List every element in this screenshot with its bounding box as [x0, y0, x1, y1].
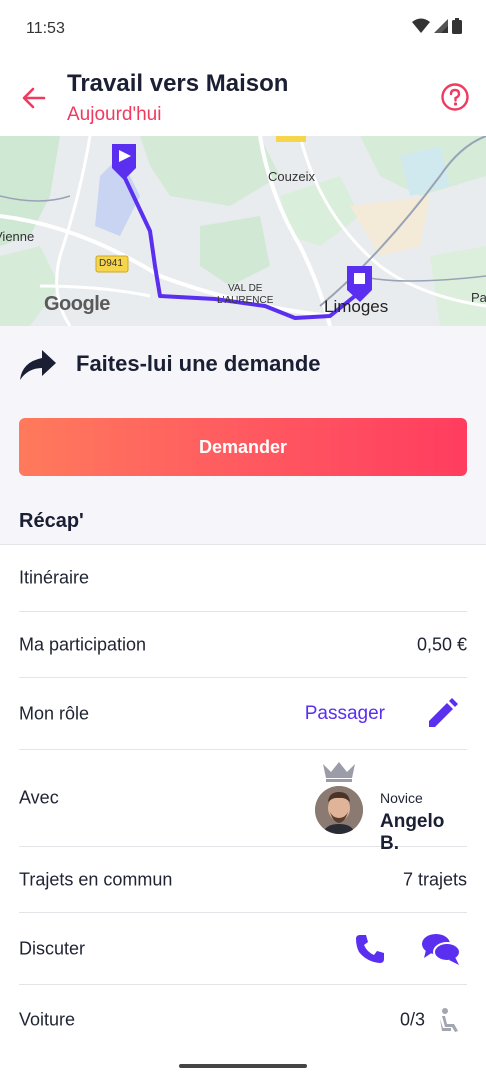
- status-icons: [412, 18, 462, 34]
- recap-title: Récap': [19, 510, 84, 532]
- back-arrow-icon[interactable]: [20, 84, 48, 112]
- chat-row: Discuter: [19, 913, 467, 985]
- status-bar: 11:53: [0, 0, 486, 60]
- avatar-photo: [315, 786, 363, 834]
- edit-pencil-icon[interactable]: [425, 697, 459, 731]
- recap-list: Itinéraire Ma participation 0,50 € Mon r…: [0, 544, 486, 1055]
- map-label-val-de: VAL DE: [228, 283, 263, 294]
- role-label: Mon rôle: [19, 703, 90, 723]
- with-label: Avec: [19, 787, 59, 808]
- status-time: 11:53: [26, 20, 65, 37]
- car-seats-value: 0/3: [399, 1009, 425, 1030]
- itinerary-label: Itinéraire: [19, 567, 90, 588]
- car-row: Voiture 0/3: [19, 985, 467, 1055]
- participation-row: Ma participation 0,50 €: [19, 612, 467, 678]
- map-label-limoges: Limoges: [324, 297, 389, 316]
- map-label-vienne: Vienne: [0, 229, 35, 244]
- role-value[interactable]: Passager: [305, 703, 385, 725]
- help-icon[interactable]: [440, 82, 470, 112]
- request-title: Faites-lui une demande: [76, 351, 321, 376]
- driver-avatar-group[interactable]: [315, 760, 363, 836]
- page-subtitle: Aujourd'hui: [67, 104, 162, 125]
- avatar[interactable]: [315, 786, 363, 834]
- chat-label: Discuter: [19, 938, 86, 958]
- common-trips-value: 7 trajets: [402, 869, 467, 889]
- google-logo: Google: [44, 293, 110, 315]
- participation-label: Ma participation: [19, 634, 147, 654]
- role-row: Mon rôle Passager: [19, 678, 467, 750]
- car-label: Voiture: [19, 1009, 76, 1030]
- phone-icon[interactable]: [353, 932, 387, 966]
- driver-row[interactable]: Avec Novice Angelo B.: [19, 750, 467, 854]
- chat-bubbles-icon[interactable]: [421, 932, 461, 966]
- map-label-pa: Pa: [471, 290, 486, 305]
- crown-icon: [323, 762, 355, 782]
- participation-value: 0,50 €: [416, 634, 467, 654]
- common-trips-row: Trajets en commun 7 trajets: [19, 847, 467, 913]
- app-header: Travail vers Maison Aujourd'hui: [0, 60, 486, 136]
- map-label-road: D941: [99, 258, 123, 269]
- request-section: Faites-lui une demande Demander Récap': [0, 326, 486, 544]
- map-label-laurence: L'AURENCE: [217, 295, 274, 306]
- wifi-icon: [412, 18, 430, 33]
- page-title: Travail vers Maison: [67, 70, 289, 97]
- battery-icon: [452, 18, 462, 34]
- home-indicator[interactable]: [179, 1064, 307, 1068]
- map-label-couzeix: Couzeix: [268, 169, 315, 184]
- route-map[interactable]: Couzeix Vienne D941 VAL DE L'AURENCE Lim…: [0, 136, 486, 326]
- itinerary-row[interactable]: Itinéraire: [19, 545, 467, 612]
- share-arrow-icon: [20, 350, 56, 380]
- seat-icon: [440, 1008, 458, 1032]
- common-trips-label: Trajets en commun: [19, 869, 173, 889]
- request-button[interactable]: Demander: [19, 418, 467, 476]
- user-level: Novice: [380, 790, 423, 806]
- cellular-signal-icon: [434, 19, 448, 33]
